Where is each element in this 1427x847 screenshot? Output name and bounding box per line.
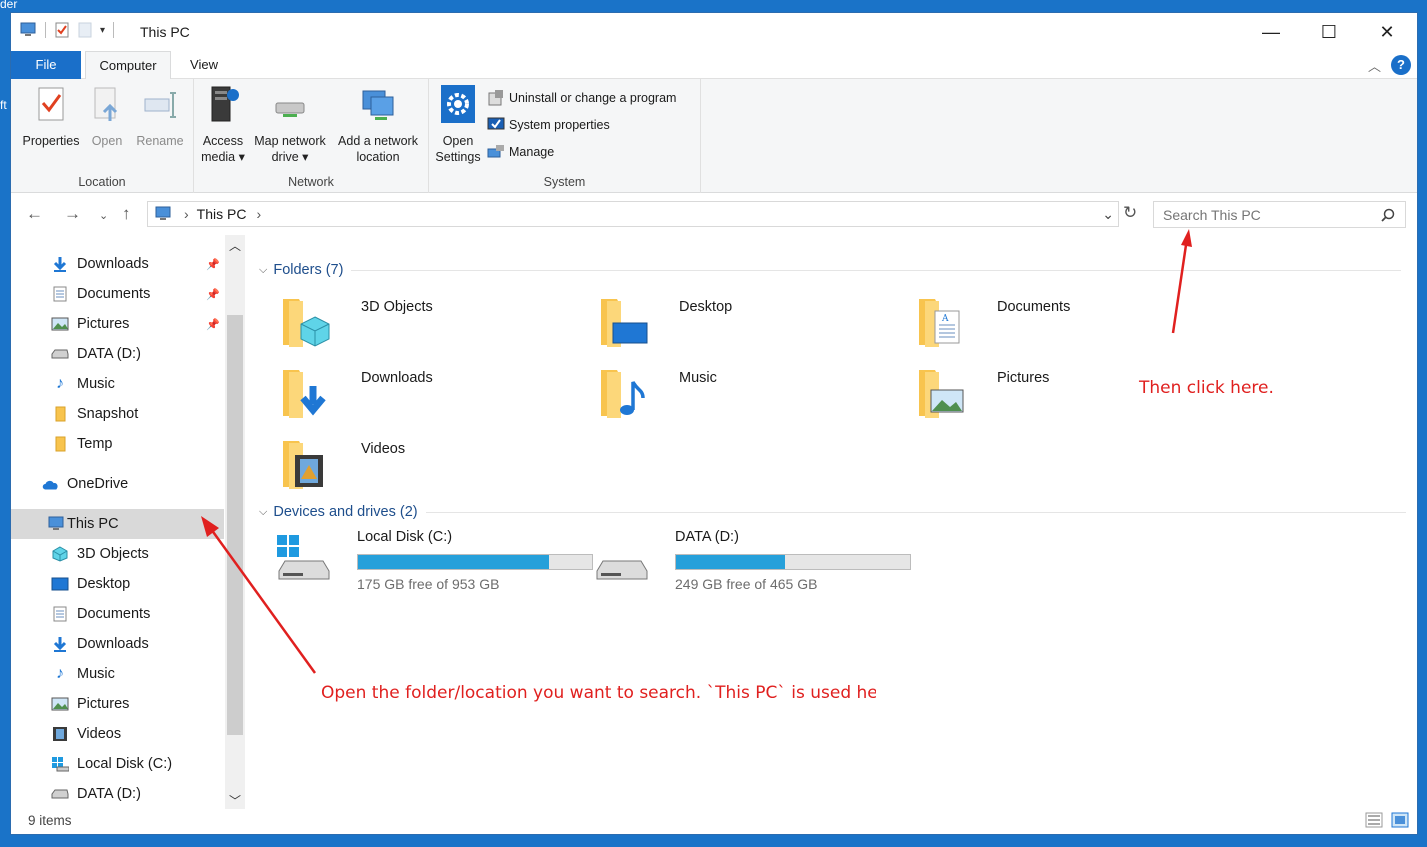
search-annotation-arrowhead (1181, 229, 1192, 247)
large-icons-view-icon[interactable] (1391, 812, 1409, 828)
folder-annotation-text: Open the folder/location you want to sea… (321, 683, 876, 703)
details-view-icon[interactable] (1365, 812, 1383, 828)
desktop-partial-text: ft (0, 98, 7, 112)
content-pane: ⌵ Folders (7) 3D Objects Desktop A Docum… (201, 229, 1407, 809)
folder-annotation-arrowhead (201, 516, 219, 537)
desktop-partial-text: der (0, 0, 18, 11)
annotation-arrows (201, 229, 1192, 674)
folder-annotation-arrow (209, 528, 317, 674)
status-bar: 9 items (11, 808, 1417, 834)
item-count: 9 items (28, 813, 72, 828)
search-annotation-arrow (1171, 244, 1188, 334)
search-annotation-text: Then click here. (1139, 378, 1274, 398)
file-explorer-window: ▾ This PC — ☐ ✕ File Computer View ︿ ? P… (10, 12, 1418, 835)
